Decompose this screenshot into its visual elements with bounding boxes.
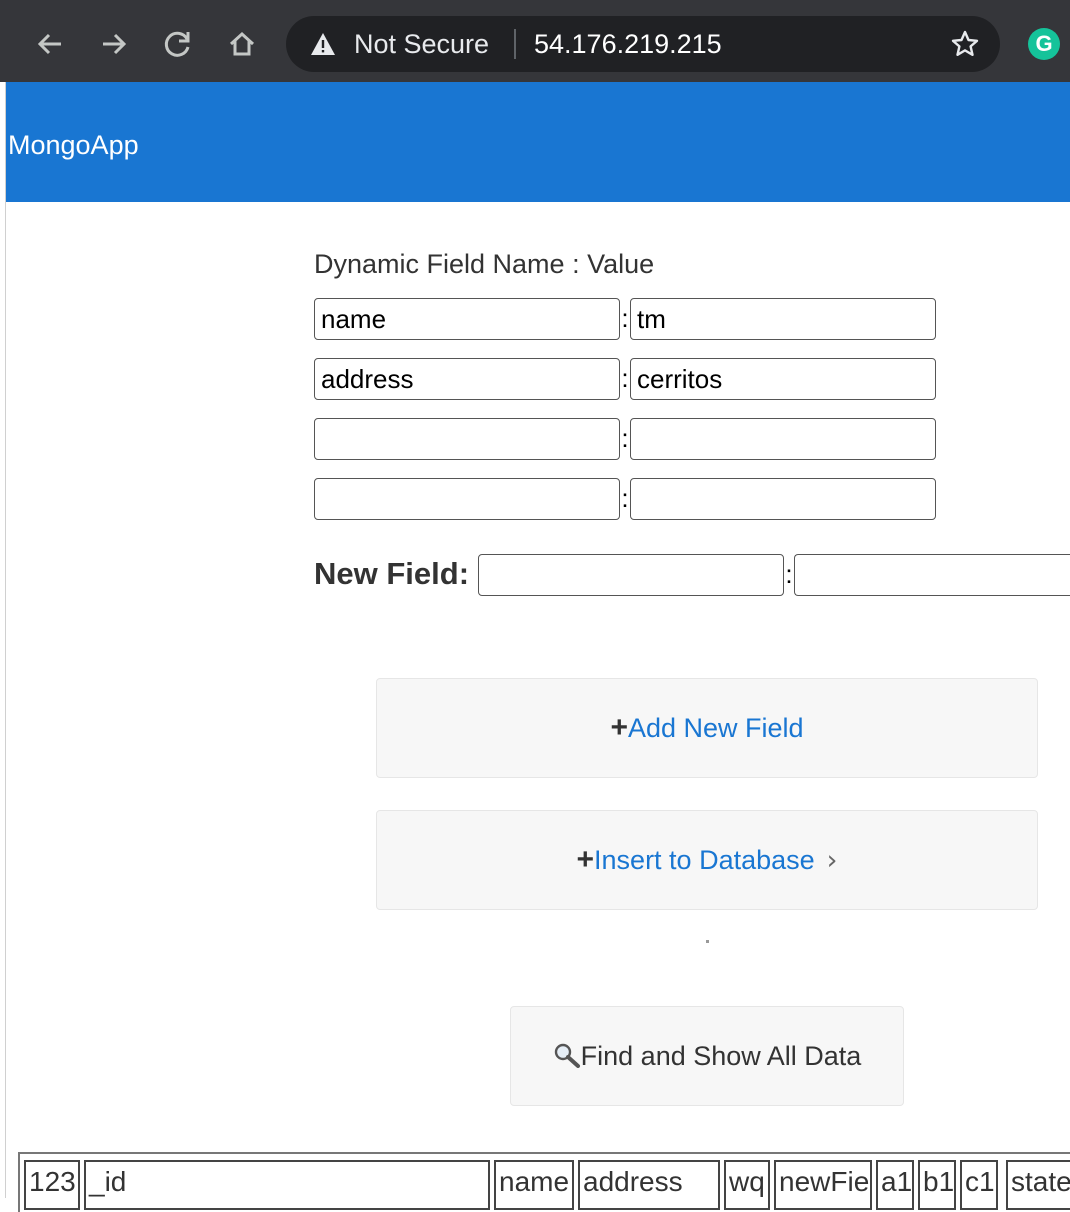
insert-to-database-label: Insert to Database xyxy=(594,845,815,875)
magnifier-icon xyxy=(553,1043,581,1071)
address-bar[interactable]: Not Secure 54.176.219.215 xyxy=(286,16,1000,72)
new-field-name-input[interactable] xyxy=(478,554,784,596)
table-header-cell: 123 xyxy=(24,1160,80,1210)
app-brand[interactable]: MongoApp xyxy=(8,129,139,161)
new-field-label: New Field: xyxy=(314,556,470,591)
browser-toolbar: Not Secure 54.176.219.215 G xyxy=(0,0,1070,82)
reload-icon[interactable] xyxy=(156,22,200,66)
field-name-input[interactable] xyxy=(314,358,620,400)
find-all-data-button[interactable]: Find and Show All Data xyxy=(510,1006,904,1106)
grammarly-icon[interactable]: G xyxy=(1028,28,1060,60)
back-arrow-icon[interactable] xyxy=(28,22,72,66)
security-status[interactable]: Not Secure xyxy=(354,28,489,60)
insert-to-database-button[interactable]: +Insert to Database › xyxy=(376,810,1038,910)
form-heading: Dynamic Field Name : Value xyxy=(314,249,655,279)
omnibox-divider xyxy=(514,29,516,59)
left-window-edge xyxy=(0,82,6,1198)
add-new-field-button[interactable]: +Add New Field xyxy=(376,678,1038,778)
field-name-input[interactable] xyxy=(314,478,620,520)
field-colon: : xyxy=(621,363,629,393)
field-value-input[interactable] xyxy=(630,478,936,520)
field-value-input[interactable] xyxy=(630,418,936,460)
results-table: 123 _id name address wq newFie a1 b1 c1 … xyxy=(18,1152,1070,1212)
table-header-cell: name xyxy=(494,1160,574,1210)
url-text[interactable]: 54.176.219.215 xyxy=(534,28,722,60)
table-header-cell: a1 xyxy=(876,1160,914,1210)
field-value-input[interactable] xyxy=(630,298,936,340)
field-name-input[interactable] xyxy=(314,298,620,340)
field-name-input[interactable] xyxy=(314,418,620,460)
home-icon[interactable] xyxy=(220,22,264,66)
star-icon[interactable] xyxy=(950,29,980,59)
plus-icon: + xyxy=(610,711,628,744)
table-header-cell: state xyxy=(1006,1160,1070,1210)
loading-indicator xyxy=(706,940,709,943)
plus-icon: + xyxy=(576,843,595,876)
warning-triangle-icon[interactable] xyxy=(310,32,336,56)
field-colon: : xyxy=(621,303,629,333)
field-value-input[interactable] xyxy=(630,358,936,400)
add-new-field-label: Add New Field xyxy=(627,713,804,743)
table-header-cell: newFie xyxy=(774,1160,872,1210)
table-header-cell: _id xyxy=(84,1160,490,1210)
find-all-data-label: Find and Show All Data xyxy=(580,1041,862,1071)
table-header-cell: address xyxy=(578,1160,720,1210)
field-colon: : xyxy=(785,559,793,589)
field-colon: : xyxy=(621,483,629,513)
app-bar: MongoApp xyxy=(6,82,1070,202)
field-colon: : xyxy=(621,423,629,453)
table-header-cell: wq xyxy=(724,1160,770,1210)
table-header-cell: c1 xyxy=(960,1160,998,1210)
forward-arrow-icon[interactable] xyxy=(92,22,136,66)
new-field-value-input[interactable] xyxy=(794,554,1070,596)
chevron-right-icon: › xyxy=(826,845,838,876)
table-header-cell: b1 xyxy=(918,1160,956,1210)
